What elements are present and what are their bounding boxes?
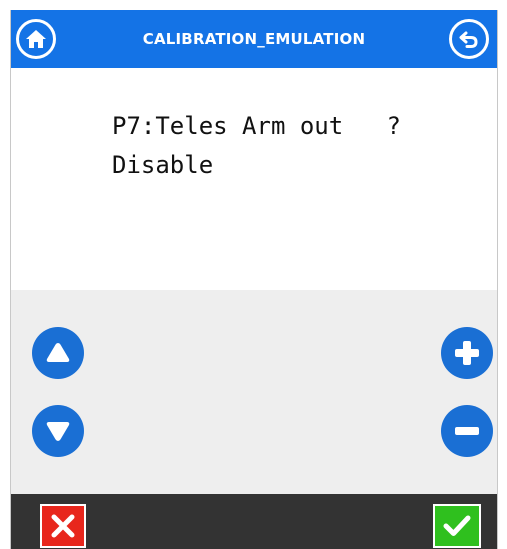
page-title: CALIBRATION_EMULATION [142, 30, 366, 48]
x-icon [50, 513, 76, 539]
scroll-down-button[interactable] [32, 405, 84, 457]
back-button[interactable] [449, 19, 489, 59]
app-frame: CALIBRATION_EMULATION P7:Teles Arm out ?… [10, 10, 498, 549]
checkmark-icon [442, 513, 472, 539]
triangle-up-icon [43, 338, 73, 368]
decrement-button[interactable] [441, 405, 493, 457]
scroll-up-button[interactable] [32, 327, 84, 379]
confirm-button[interactable] [433, 504, 481, 548]
parameter-name: P7:Teles Arm out ? [112, 112, 401, 140]
parameter-value: Disable [112, 151, 214, 179]
plus-icon [452, 338, 482, 368]
triangle-down-icon [43, 416, 73, 446]
parameter-display: P7:Teles Arm out ? Disable [11, 68, 497, 290]
controls-panel [11, 290, 497, 494]
footer-bar [11, 494, 497, 549]
minus-icon [452, 416, 482, 446]
increment-button[interactable] [441, 327, 493, 379]
header-bar: CALIBRATION_EMULATION [11, 10, 497, 68]
back-arrow-icon [457, 27, 481, 51]
cancel-button[interactable] [40, 504, 86, 548]
